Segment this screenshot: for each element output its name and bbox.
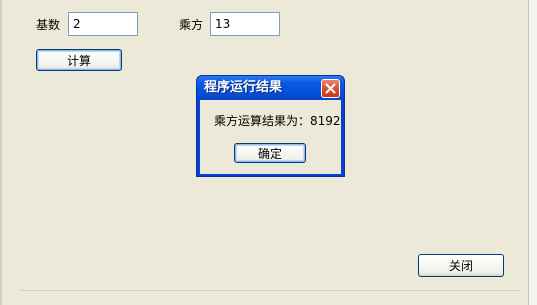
dialog-title: 程序运行结果: [204, 80, 283, 95]
power-input[interactable]: [210, 12, 280, 36]
window-left-border: [0, 0, 2, 305]
base-label: 基数: [36, 18, 61, 32]
close-icon: [325, 83, 336, 94]
dialog-titlebar[interactable]: 程序运行结果: [197, 76, 344, 100]
base-input[interactable]: [68, 12, 138, 36]
dialog-close-button[interactable]: [321, 79, 340, 98]
result-message: 乘方运算结果为：8192: [214, 114, 341, 128]
power-label: 乘方: [179, 18, 204, 32]
close-button[interactable]: 关闭: [418, 254, 504, 277]
panel-divider: [20, 290, 520, 291]
result-dialog: 程序运行结果 乘方运算结果为：8192 确定: [196, 75, 345, 177]
dialog-body: 乘方运算结果为：8192 确定: [200, 100, 341, 174]
ok-button[interactable]: 确定: [234, 143, 306, 163]
calculate-button[interactable]: 计算: [36, 49, 122, 71]
window-right-border: [528, 0, 537, 305]
